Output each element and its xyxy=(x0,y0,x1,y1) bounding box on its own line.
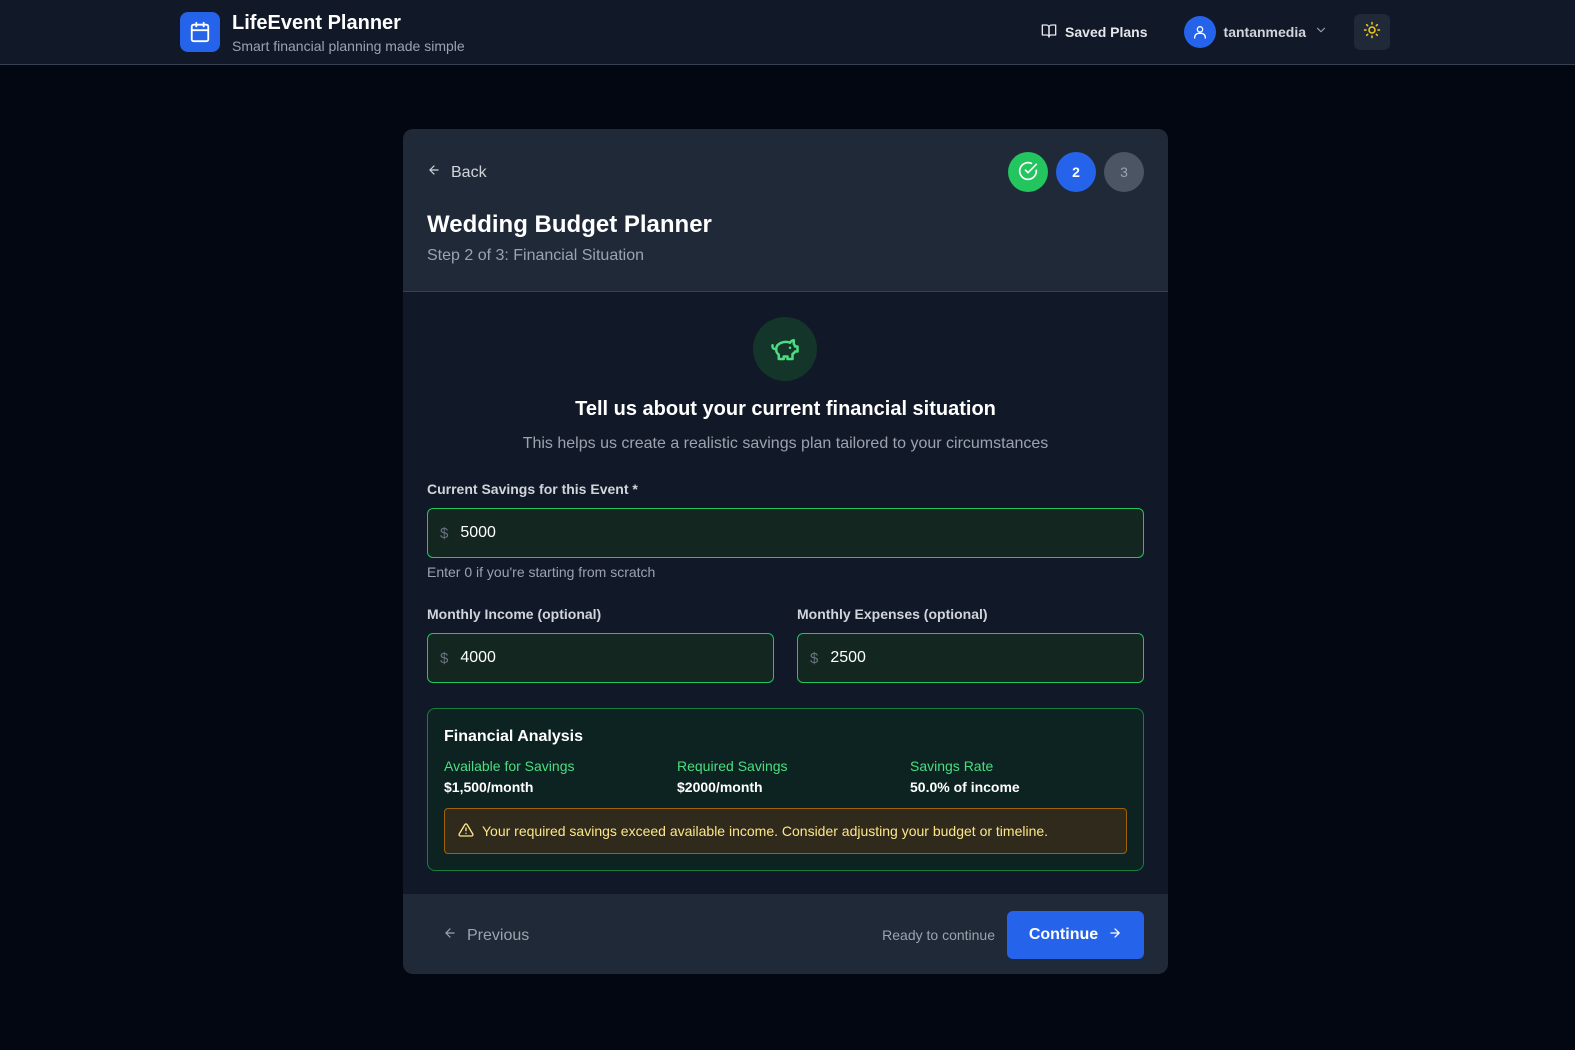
piggy-bank-icon xyxy=(753,317,817,381)
user-menu[interactable]: tantanmedia xyxy=(1183,16,1328,48)
step-1-completed xyxy=(1008,152,1048,192)
card-header: Back 2 3 Wedding Budget Planner Step 2 o… xyxy=(403,129,1168,292)
analysis-title: Financial Analysis xyxy=(444,728,584,745)
card-footer: Previous Ready to continue Continue xyxy=(403,894,1168,974)
metric-label: Savings Rate xyxy=(910,758,994,774)
check-circle-icon xyxy=(1018,161,1038,184)
saved-plans-label: Saved Plans xyxy=(1065,24,1148,40)
continue-button[interactable]: Continue xyxy=(1007,911,1144,959)
current-savings-field[interactable]: $ xyxy=(427,508,1144,558)
arrow-left-icon xyxy=(443,926,467,945)
metric-label: Required Savings xyxy=(677,758,788,774)
metric-required-savings: Required Savings $2000/month xyxy=(677,758,788,795)
metric-value: 50.0% of income xyxy=(910,779,1020,795)
step-2-active: 2 xyxy=(1056,152,1096,192)
status-text: Ready to continue xyxy=(882,927,995,943)
current-savings-input[interactable] xyxy=(460,524,1094,542)
warning-alert: Your required savings exceed available i… xyxy=(444,808,1127,854)
chevron-down-icon xyxy=(1314,23,1328,42)
step-subtitle: Step 2 of 3: Financial Situation xyxy=(427,247,645,264)
back-button[interactable]: Back xyxy=(427,163,487,182)
metric-available-savings: Available for Savings $1,500/month xyxy=(444,758,574,795)
monthly-expenses-field[interactable]: $ xyxy=(797,633,1144,683)
financial-analysis-panel: Financial Analysis Available for Savings… xyxy=(427,708,1144,871)
metric-label: Available for Savings xyxy=(444,758,575,774)
page-title: Wedding Budget Planner xyxy=(427,211,712,238)
metric-value: $1,500/month xyxy=(444,779,534,795)
section-title: Tell us about your current financial sit… xyxy=(575,398,996,420)
current-savings-hint: Enter 0 if you're starting from scratch xyxy=(427,564,656,580)
card-body: Tell us about your current financial sit… xyxy=(403,292,1168,894)
previous-button[interactable]: Previous xyxy=(443,926,529,945)
step-indicator: 2 3 xyxy=(1000,152,1144,192)
previous-label: Previous xyxy=(467,926,530,944)
monthly-income-label: Monthly Income (optional) xyxy=(427,606,602,622)
currency-symbol: $ xyxy=(810,649,819,667)
theme-toggle-button[interactable] xyxy=(1354,14,1390,50)
arrow-right-icon xyxy=(1098,926,1122,945)
app-subtitle: Smart financial planning made simple xyxy=(232,38,465,54)
section-subtitle: This helps us create a realistic savings… xyxy=(522,435,1049,452)
monthly-expenses-label: Monthly Expenses (optional) xyxy=(797,606,988,622)
user-icon xyxy=(1183,16,1216,48)
app-title: LifeEvent Planner xyxy=(232,12,401,34)
monthly-expenses-input[interactable] xyxy=(830,649,1131,667)
currency-symbol: $ xyxy=(440,649,449,667)
brand[interactable]: LifeEvent Planner Smart financial planni… xyxy=(180,12,465,54)
alert-triangle-icon xyxy=(458,822,482,841)
top-navbar: LifeEvent Planner Smart financial planni… xyxy=(0,0,1575,65)
monthly-income-field[interactable]: $ xyxy=(427,633,774,683)
continue-label: Continue xyxy=(1028,926,1099,943)
book-open-icon xyxy=(1041,23,1065,42)
monthly-income-input[interactable] xyxy=(460,649,761,667)
warning-text: Your required savings exceed available i… xyxy=(482,823,1049,839)
username: tantanmedia xyxy=(1223,24,1306,40)
saved-plans-link[interactable]: Saved Plans xyxy=(1041,23,1148,42)
back-label: Back xyxy=(451,163,487,181)
calendar-icon xyxy=(180,12,220,52)
step-3-upcoming: 3 xyxy=(1104,152,1144,192)
metric-value: $2000/month xyxy=(677,779,763,795)
arrow-left-icon xyxy=(427,163,451,182)
planner-card: Back 2 3 Wedding Budget Planner Step 2 o… xyxy=(403,129,1168,974)
currency-symbol: $ xyxy=(440,524,449,542)
metric-savings-rate: Savings Rate 50.0% of income xyxy=(910,758,1020,795)
sun-icon xyxy=(1363,21,1381,44)
current-savings-label: Current Savings for this Event * xyxy=(427,481,638,497)
